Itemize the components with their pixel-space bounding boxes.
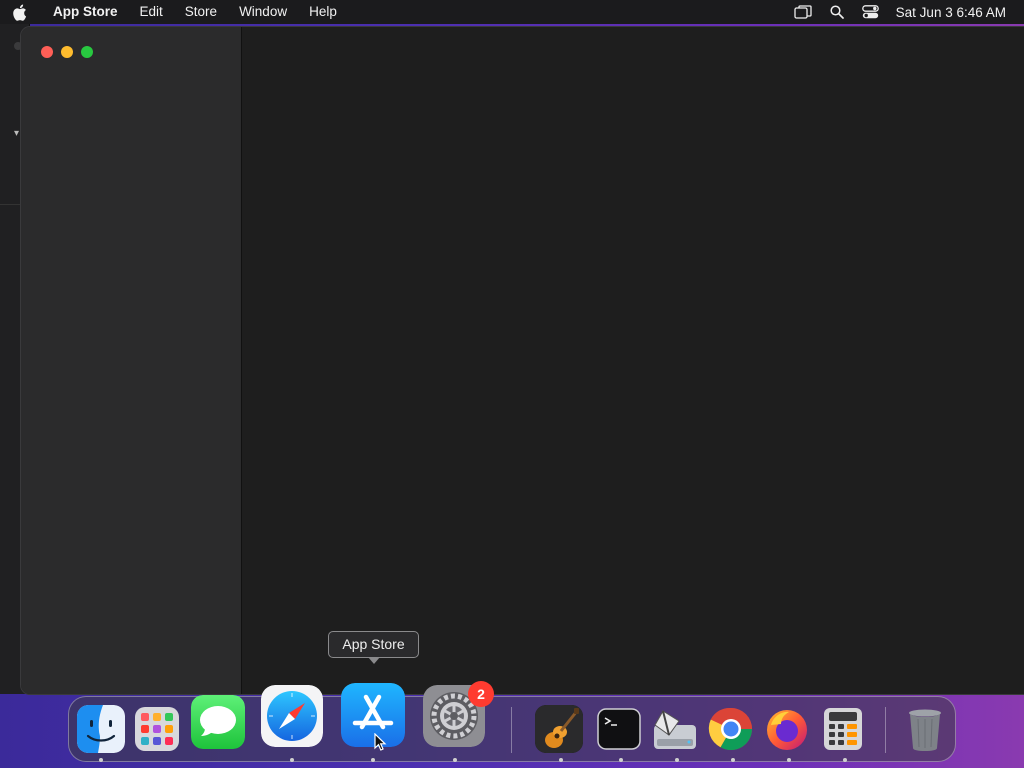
disk-utility-icon xyxy=(651,705,699,753)
app-store-icon xyxy=(341,683,405,747)
dock-item-trash[interactable] xyxy=(901,705,949,753)
divider xyxy=(0,204,22,205)
dock-item-chrome[interactable] xyxy=(707,705,755,753)
dock-item-disk-utility[interactable] xyxy=(651,705,699,753)
running-indicator xyxy=(787,758,791,762)
dock-tooltip: App Store xyxy=(328,631,419,664)
running-indicator xyxy=(843,758,847,762)
dock xyxy=(68,683,956,762)
dock-item-app-store[interactable] xyxy=(341,683,405,747)
dock-item-safari[interactable] xyxy=(261,685,323,747)
menu-window[interactable]: Window xyxy=(228,0,298,24)
control-center-icon[interactable] xyxy=(854,0,888,24)
menu-store[interactable]: Store xyxy=(174,0,228,24)
dock-item-garageband[interactable] xyxy=(535,705,583,753)
search-icon[interactable] xyxy=(820,0,854,24)
calculator-icon xyxy=(819,705,867,753)
dock-item-firefox[interactable] xyxy=(763,705,811,753)
messages-icon xyxy=(191,695,245,749)
running-indicator xyxy=(371,758,375,762)
sidebar xyxy=(21,27,242,694)
terminal-icon xyxy=(595,705,643,753)
menu-app-name[interactable]: App Store xyxy=(40,0,129,24)
notification-badge: 2 xyxy=(468,681,494,707)
launchpad-icon xyxy=(133,705,181,753)
dock-item-messages[interactable] xyxy=(191,695,245,749)
running-indicator xyxy=(99,758,103,762)
garageband-icon xyxy=(535,705,583,753)
dock-item-finder[interactable] xyxy=(77,705,125,753)
running-indicator xyxy=(619,758,623,762)
dock-item-calculator[interactable] xyxy=(819,705,867,753)
running-indicator xyxy=(453,758,457,762)
menu-edit[interactable]: Edit xyxy=(129,0,174,24)
finder-icon xyxy=(77,705,125,753)
running-indicator xyxy=(559,758,563,762)
firefox-icon xyxy=(763,705,811,753)
running-indicator xyxy=(675,758,679,762)
close-window-button[interactable] xyxy=(41,46,53,58)
running-indicator xyxy=(290,758,294,762)
app-store-window xyxy=(20,26,1024,695)
main-content-area xyxy=(242,27,1024,694)
maximize-window-button[interactable] xyxy=(81,46,93,58)
trash-icon xyxy=(901,705,949,753)
apple-menu-icon[interactable] xyxy=(12,4,40,21)
mouse-cursor-icon xyxy=(374,732,387,757)
running-indicator xyxy=(731,758,735,762)
chevron-down-icon: ▾ xyxy=(14,128,20,139)
dock-item-launchpad[interactable] xyxy=(133,705,181,753)
dock-item-terminal[interactable] xyxy=(595,705,643,753)
menu-bar-clock[interactable]: Sat Jun 3 6:46 AM xyxy=(888,5,1024,20)
menu-bar: App Store Edit Store Window Help Sat Jun… xyxy=(0,0,1024,24)
dock-separator xyxy=(511,707,512,753)
screen-mirroring-icon[interactable] xyxy=(786,0,820,24)
dock-separator xyxy=(885,707,886,753)
safari-icon xyxy=(261,685,323,747)
menu-help[interactable]: Help xyxy=(298,0,348,24)
chrome-icon xyxy=(707,705,755,753)
minimize-window-button[interactable] xyxy=(61,46,73,58)
